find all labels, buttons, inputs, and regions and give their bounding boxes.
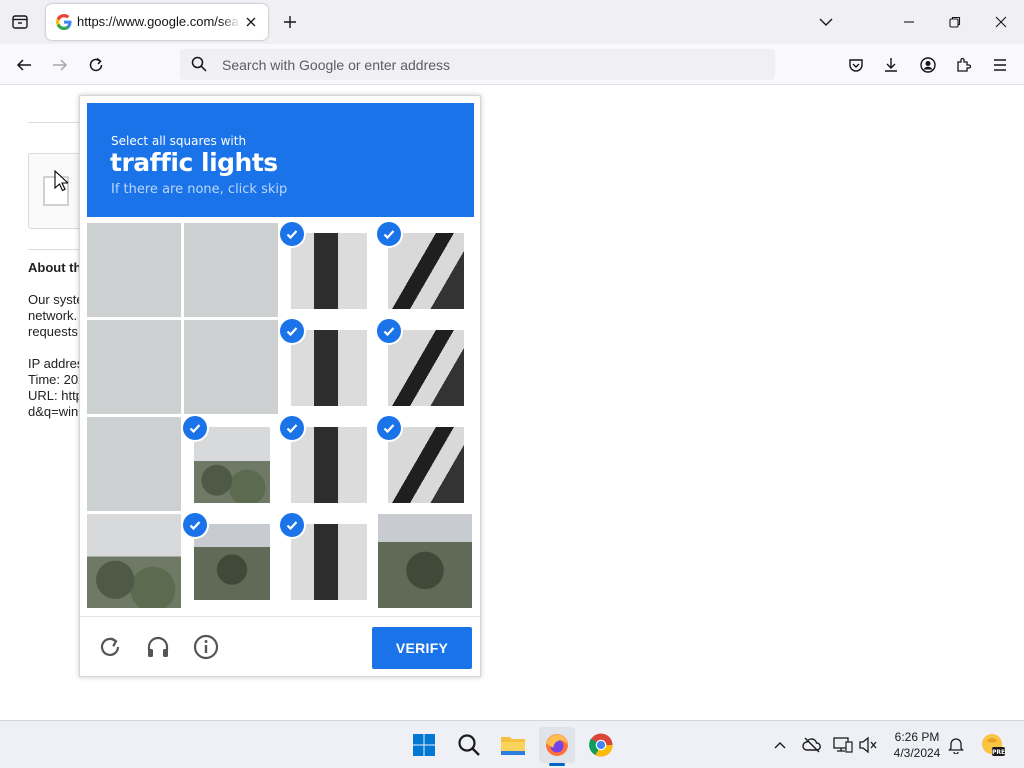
list-all-tabs-chevron-icon[interactable] bbox=[812, 8, 840, 36]
back-arrow-icon[interactable] bbox=[10, 51, 38, 79]
captcha-tile-image bbox=[291, 524, 367, 600]
address-bar[interactable] bbox=[180, 49, 775, 80]
pocket-icon[interactable] bbox=[842, 51, 870, 79]
restore-icon[interactable] bbox=[941, 8, 969, 36]
search-icon bbox=[191, 56, 207, 72]
reload-challenge-icon[interactable] bbox=[94, 631, 126, 663]
network-icon[interactable] bbox=[833, 735, 853, 755]
close-window-icon[interactable] bbox=[987, 8, 1015, 36]
firefox-taskbar-icon[interactable] bbox=[539, 727, 575, 763]
volume-muted-icon[interactable] bbox=[858, 735, 878, 755]
page-text-line: URL: https bbox=[28, 388, 80, 403]
captcha-tile-image bbox=[291, 233, 367, 309]
minimize-icon[interactable] bbox=[895, 8, 923, 36]
address-input[interactable] bbox=[222, 55, 762, 75]
taskbar-search-icon[interactable] bbox=[451, 727, 487, 763]
show-hidden-icons-chevron-icon[interactable] bbox=[770, 735, 790, 755]
captcha-tile-image bbox=[87, 320, 181, 414]
tile-selected-checkmark-icon bbox=[377, 222, 401, 246]
clock-date: 4/3/2024 bbox=[893, 746, 941, 760]
captcha-tile-image bbox=[184, 320, 278, 414]
captcha-tile-image bbox=[388, 427, 464, 503]
navigation-toolbar bbox=[0, 44, 1024, 85]
copilot-preview-icon[interactable]: PRE bbox=[980, 732, 1006, 758]
file-explorer-icon[interactable] bbox=[495, 727, 531, 763]
extensions-icon[interactable] bbox=[950, 51, 978, 79]
account-icon[interactable] bbox=[914, 51, 942, 79]
captcha-footer: VERIFY bbox=[80, 616, 480, 676]
captcha-tile-image bbox=[184, 223, 278, 317]
google-favicon-icon bbox=[56, 14, 72, 30]
tile-selected-checkmark-icon bbox=[183, 416, 207, 440]
captcha-tile[interactable] bbox=[87, 320, 181, 414]
captcha-tile-image bbox=[388, 233, 464, 309]
captcha-tile-image bbox=[194, 524, 270, 600]
tile-selected-checkmark-icon bbox=[280, 319, 304, 343]
onedrive-offline-icon[interactable] bbox=[802, 735, 822, 755]
captcha-tile-image bbox=[291, 330, 367, 406]
audio-challenge-headphones-icon[interactable] bbox=[142, 631, 174, 663]
tile-selected-checkmark-icon bbox=[377, 416, 401, 440]
captcha-tile-image bbox=[87, 223, 181, 317]
browser-tab[interactable]: https://www.google.com/search?q=traffic+… bbox=[46, 4, 268, 40]
page-divider bbox=[28, 249, 80, 250]
tile-selected-checkmark-icon bbox=[280, 222, 304, 246]
page-text-line: Time: 2024 bbox=[28, 372, 80, 387]
tile-selected-checkmark-icon bbox=[183, 513, 207, 537]
captcha-header: Select all squares with traffic lights I… bbox=[87, 103, 474, 217]
tab-list-icon[interactable] bbox=[8, 10, 32, 34]
tab-title: https://www.google.com/search?q=traffic+… bbox=[77, 14, 239, 29]
active-app-indicator bbox=[549, 763, 565, 766]
captcha-tile[interactable] bbox=[184, 223, 278, 317]
captcha-tile[interactable] bbox=[184, 320, 278, 414]
new-tab-plus-icon[interactable] bbox=[278, 10, 302, 34]
reload-icon[interactable] bbox=[82, 51, 110, 79]
tile-selected-checkmark-icon bbox=[280, 513, 304, 537]
captcha-tile-image bbox=[291, 427, 367, 503]
tab-title-fade bbox=[220, 8, 240, 36]
captcha-instruction: Select all squares with bbox=[111, 134, 247, 148]
captcha-tile-grid bbox=[87, 222, 474, 610]
captcha-tile[interactable] bbox=[87, 514, 181, 608]
captcha-tile[interactable] bbox=[87, 417, 181, 511]
page-text-line: IP address bbox=[28, 356, 80, 371]
page-heading: About this page bbox=[28, 260, 80, 275]
captcha-tile[interactable] bbox=[87, 223, 181, 317]
info-icon[interactable] bbox=[190, 631, 222, 663]
mouse-cursor-icon bbox=[54, 170, 68, 192]
page-text-line: Our systems have detected unusual traffi… bbox=[28, 292, 80, 307]
page-text-line: requests bbox=[28, 324, 78, 339]
captcha-tile-image bbox=[87, 514, 181, 608]
windows-taskbar: 6:26 PM 4/3/2024 PRE bbox=[0, 720, 1024, 768]
page-text-line: d&q=win bbox=[28, 404, 79, 419]
chrome-taskbar-icon[interactable] bbox=[583, 727, 619, 763]
forward-arrow-icon[interactable] bbox=[46, 51, 74, 79]
tile-selected-checkmark-icon bbox=[377, 319, 401, 343]
captcha-tile[interactable] bbox=[378, 514, 472, 608]
downloads-icon[interactable] bbox=[877, 51, 905, 79]
clock-time: 6:26 PM bbox=[894, 730, 940, 744]
page-text-line: network. bbox=[28, 308, 78, 323]
tile-selected-checkmark-icon bbox=[280, 416, 304, 440]
captcha-tile-image bbox=[378, 514, 472, 608]
captcha-target: traffic lights bbox=[110, 148, 278, 177]
taskbar-clock[interactable]: 6:26 PM 4/3/2024 bbox=[886, 729, 948, 761]
svg-text:PRE: PRE bbox=[992, 749, 1005, 756]
captcha-tile-image bbox=[87, 417, 181, 511]
start-windows-icon[interactable] bbox=[406, 727, 442, 763]
menu-hamburger-icon[interactable] bbox=[986, 51, 1014, 79]
notifications-bell-icon[interactable] bbox=[946, 735, 966, 755]
captcha-tile-image bbox=[194, 427, 270, 503]
captcha-challenge-dialog: Select all squares with traffic lights I… bbox=[79, 95, 481, 677]
page-divider bbox=[28, 122, 80, 123]
captcha-tile-image bbox=[388, 330, 464, 406]
tab-bar: https://www.google.com/search?q=traffic+… bbox=[0, 0, 1024, 44]
captcha-hint: If there are none, click skip bbox=[111, 182, 288, 197]
tab-close-icon[interactable] bbox=[242, 13, 260, 31]
verify-button[interactable]: VERIFY bbox=[372, 627, 472, 669]
